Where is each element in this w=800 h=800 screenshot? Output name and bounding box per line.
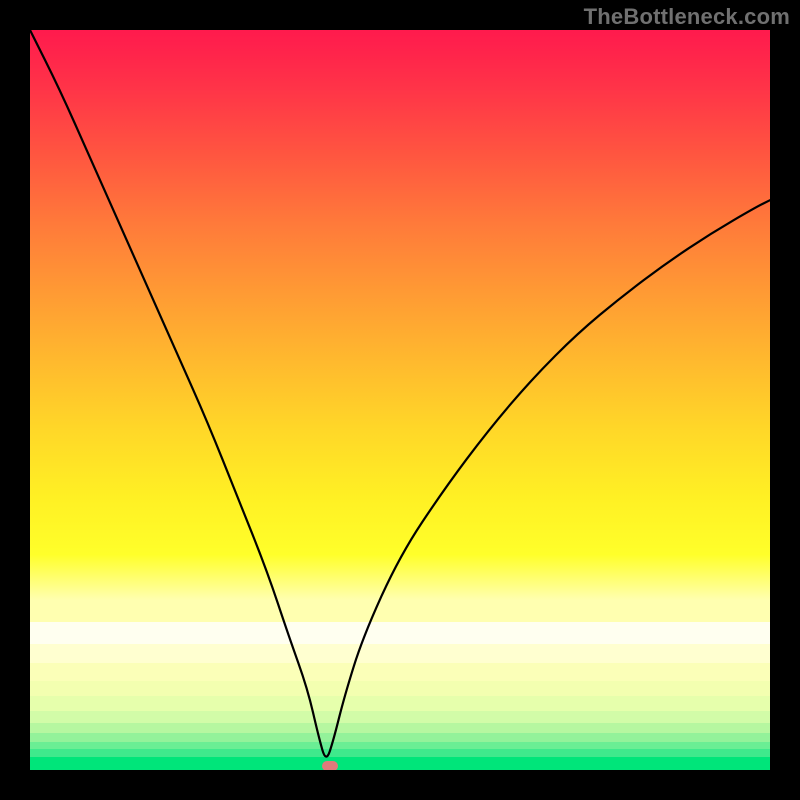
chart-frame: TheBottleneck.com xyxy=(0,0,800,800)
plot-area xyxy=(30,30,770,770)
watermark-text: TheBottleneck.com xyxy=(584,4,790,30)
optimal-marker xyxy=(322,761,338,770)
bottleneck-curve xyxy=(30,30,770,770)
